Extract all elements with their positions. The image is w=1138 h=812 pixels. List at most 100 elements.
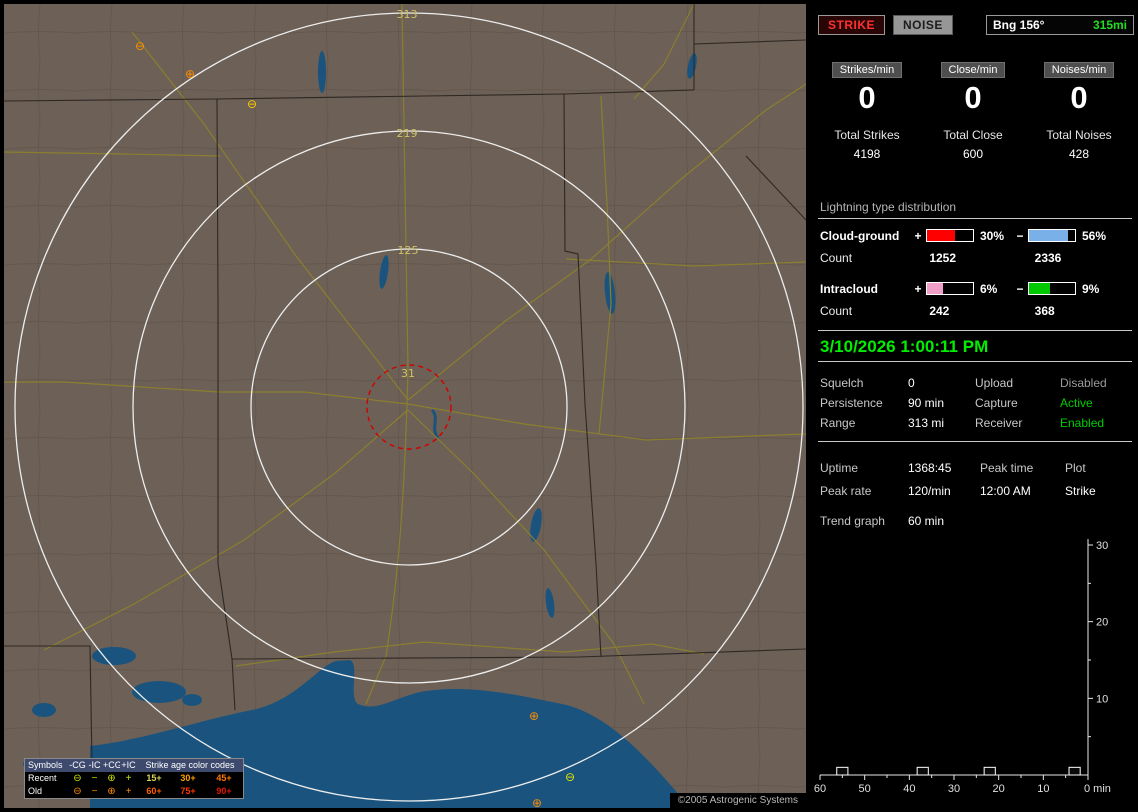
datetime-display: 3/10/2026 1:00:11 PM xyxy=(820,337,989,356)
copyright-notice: ©2005 Astrogenic Systems xyxy=(669,793,806,808)
legend-symbols-header: Symbols xyxy=(25,759,69,772)
trend-graph-window: 60 min xyxy=(908,514,945,528)
cg-plus-percent: 30% xyxy=(980,228,1005,243)
bearing-readout: Bng 156° 315mi xyxy=(986,15,1134,35)
distribution-title: Lightning type distribution xyxy=(818,200,1132,219)
persistence-value: 90 min xyxy=(908,396,945,410)
noises-per-min-value: 0 xyxy=(1070,80,1088,115)
legend-age-0-1: 30+ xyxy=(171,772,205,785)
ring-label-313: 313 xyxy=(397,8,418,21)
settings-row: Persistence 90 min Capture Active xyxy=(820,396,1132,416)
close-rate-column: Close/min 0 Total Close 600 xyxy=(920,62,1026,161)
legend-age-1-0: 60+ xyxy=(137,785,171,798)
settings-grid: Squelch 0 Upload Disabled Persistence 90… xyxy=(820,376,1132,436)
strikes-per-min-value: 0 xyxy=(858,80,876,115)
ring-label-31: 31 xyxy=(401,367,415,380)
total-close-value: 600 xyxy=(962,147,984,161)
legend-col-pos-cg: +CG xyxy=(103,759,122,772)
capture-label: Capture xyxy=(975,396,1018,410)
svg-text:10: 10 xyxy=(1096,693,1108,705)
trend-graph: 10 20 30 60 50 40 30 20 10 0 min xyxy=(814,539,1111,795)
cloud-ground-count-row: Count 1252 2336 xyxy=(818,251,1132,266)
trend-graph-label: Trend graph xyxy=(820,514,885,528)
range-label: Range xyxy=(820,416,856,430)
svg-text:60: 60 xyxy=(814,783,826,795)
uptime-row: Uptime 1368:45 Peak time Plot xyxy=(820,461,1132,484)
strike-symbol: ⊕ xyxy=(185,67,195,81)
strikes-per-min-button[interactable]: Strikes/min xyxy=(831,62,903,78)
legend-age-1-2: 90+ xyxy=(205,785,243,798)
svg-text:40: 40 xyxy=(903,783,915,795)
neg-ic-icon: − xyxy=(86,772,103,785)
legend-row-old-label: Old xyxy=(25,785,69,798)
strike-symbol: ⊖ xyxy=(565,770,575,784)
svg-text:20: 20 xyxy=(993,783,1005,795)
noises-rate-column: Noises/min 0 Total Noises 428 xyxy=(1026,62,1132,161)
peak-rate-row: Peak rate 120/min 12:00 AM Strike xyxy=(820,484,1132,507)
noise-mode-button[interactable]: NOISE xyxy=(893,15,953,35)
intracloud-label: Intracloud xyxy=(820,281,879,296)
cg-plus-bar xyxy=(926,229,974,242)
strike-legend: Symbols -CG -IC +CG +IC Strike age color… xyxy=(24,758,244,799)
count-label: Count xyxy=(820,304,853,318)
minus-sign: − xyxy=(1016,281,1024,296)
intracloud-count-row: Count 242 368 xyxy=(818,304,1132,319)
neg-cg-icon: ⊖ xyxy=(69,785,86,798)
strike-mode-button[interactable]: STRIKE xyxy=(818,15,886,35)
uptime-value: 1368:45 xyxy=(908,461,952,475)
total-strikes-value: 4198 xyxy=(853,147,881,161)
intracloud-row: Intracloud + 6% − 9% xyxy=(818,281,1132,296)
strike-symbol: ⊕ xyxy=(532,796,542,808)
bearing-value: Bng 156° xyxy=(993,18,1045,32)
cg-minus-percent: 56% xyxy=(1082,228,1107,243)
mode-button-row: STRIKE NOISE Bng 156° 315mi xyxy=(818,15,1134,35)
ic-minus-percent: 9% xyxy=(1082,281,1100,296)
map-area[interactable]: ⊖ ⊕ ⊖ ⊕ ⊖ ⊕ 313 219 125 31 Symbols -CG -IC +C… xyxy=(3,3,807,812)
strikes-rate-column: Strikes/min 0 Total Strikes 4198 xyxy=(814,62,920,161)
lightning-map[interactable]: ⊖ ⊕ ⊖ ⊕ ⊖ ⊕ 313 219 125 31 xyxy=(3,3,807,812)
svg-text:0 min: 0 min xyxy=(1084,783,1111,795)
legend-row-recent-label: Recent xyxy=(25,772,69,785)
ic-minus-count: 368 xyxy=(1034,304,1055,318)
cg-minus-bar xyxy=(1028,229,1076,242)
status-panel: STRIKE NOISE Bng 156° 315mi Strikes/min … xyxy=(812,0,1134,812)
legend-age-0-2: 45+ xyxy=(205,772,243,785)
squelch-value: 0 xyxy=(908,376,915,390)
neg-cg-icon: ⊖ xyxy=(69,772,86,785)
separator xyxy=(818,361,1132,362)
peak-time-label: Peak time xyxy=(980,461,1034,475)
svg-text:50: 50 xyxy=(859,783,871,795)
noises-per-min-button[interactable]: Noises/min xyxy=(1043,62,1115,78)
svg-text:10: 10 xyxy=(1037,783,1049,795)
legend-col-pos-ic: +IC xyxy=(120,759,137,772)
uptime-stats: Uptime 1368:45 Peak time Plot Peak rate … xyxy=(820,461,1132,507)
minus-sign: − xyxy=(1016,228,1024,243)
svg-text:30: 30 xyxy=(1096,540,1108,552)
close-per-min-value: 0 xyxy=(964,80,982,115)
app-window: ⊖ ⊕ ⊖ ⊕ ⊖ ⊕ 313 219 125 31 Symbols -CG -IC +C… xyxy=(0,0,1138,812)
strike-symbol: ⊕ xyxy=(529,709,539,723)
ic-plus-count: 242 xyxy=(929,304,950,318)
ic-plus-bar-fill xyxy=(927,283,944,294)
legend-col-neg-ic: -IC xyxy=(86,759,103,772)
cg-plus-count: 1252 xyxy=(929,251,957,265)
setting-2-value2: Enabled xyxy=(1060,416,1105,430)
range-value: 313 mi xyxy=(908,416,945,430)
receiver-label: Receiver xyxy=(975,416,1023,430)
peak-rate-label: Peak rate xyxy=(820,484,872,498)
squelch-label: Squelch xyxy=(820,376,864,390)
ring-label-125: 125 xyxy=(398,244,419,257)
close-per-min-button[interactable]: Close/min xyxy=(940,62,1006,78)
separator xyxy=(818,441,1132,442)
legend-age-header: Strike age color codes xyxy=(137,759,243,772)
ic-minus-bar-fill xyxy=(1029,283,1050,294)
pos-cg-icon: ⊕ xyxy=(103,772,120,785)
rate-columns: Strikes/min 0 Total Strikes 4198 Close/m… xyxy=(814,62,1132,161)
ic-plus-bar xyxy=(926,282,974,295)
pos-ic-icon: + xyxy=(120,785,137,798)
plot-value: Strike xyxy=(1065,484,1096,498)
count-label: Count xyxy=(820,251,853,265)
plus-sign: + xyxy=(914,228,922,243)
setting-1-value2: Active xyxy=(1060,396,1093,410)
legend-col-neg-cg: -CG xyxy=(69,759,86,772)
